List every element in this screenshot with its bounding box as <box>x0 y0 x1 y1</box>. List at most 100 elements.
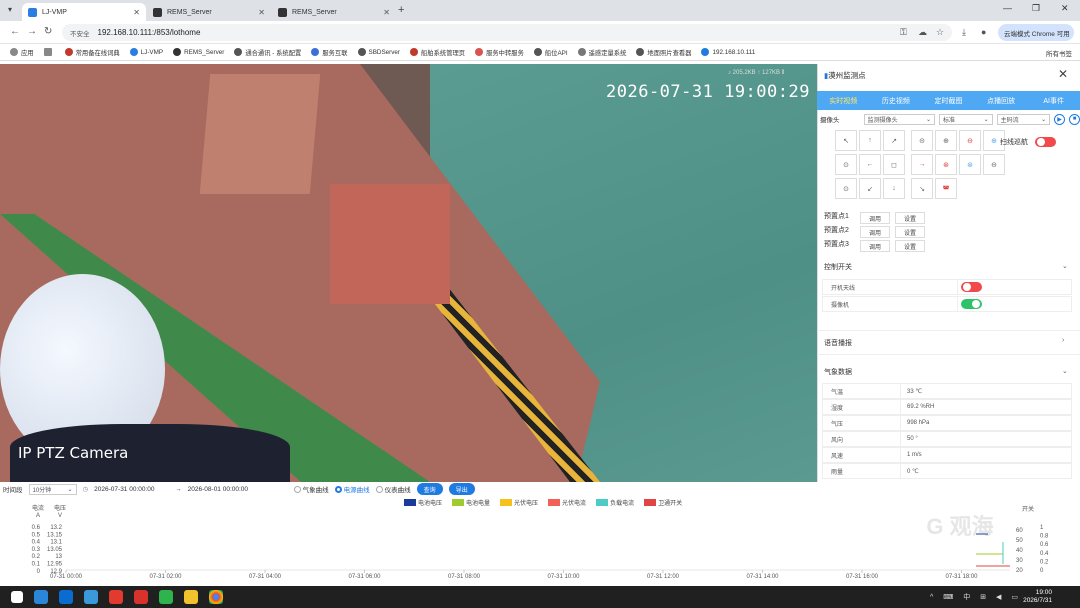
ptz-button[interactable]: ⊕ <box>935 130 957 151</box>
bookmark-item[interactable]: 船位API <box>533 48 568 57</box>
end-date-input[interactable]: 2026-08-01 00:00:00 <box>188 486 288 493</box>
ptz-button[interactable]: ⊖ <box>959 130 981 151</box>
camera-select[interactable]: 监测摄像头 ⌄ <box>863 113 936 125</box>
bookmark-item[interactable]: 常用备在线词典 <box>64 48 120 57</box>
tab-2[interactable]: 定时截图 <box>922 96 975 106</box>
preset-set-button[interactable]: 设置 <box>895 226 925 238</box>
preset-call-button[interactable]: 调用 <box>860 240 890 252</box>
patrol-toggle[interactable] <box>1035 137 1056 147</box>
folder-icon[interactable] <box>184 590 198 604</box>
live-video-feed[interactable] <box>0 64 817 482</box>
ptz-button[interactable]: ↓ <box>883 178 905 199</box>
reload-icon[interactable]: ↻ <box>44 26 52 37</box>
bookmark-item[interactable]: REMS_Server <box>173 48 224 56</box>
weather-section-title[interactable]: 气象数据 <box>824 367 852 377</box>
tab-rems-server-2[interactable]: REMS_Server ✕ <box>272 3 396 21</box>
play-icon[interactable]: ▶ <box>1054 113 1066 125</box>
switch-section-title[interactable]: 控制开关 <box>824 262 852 272</box>
forward-icon[interactable]: → <box>27 26 37 37</box>
bookmark-item[interactable]: SBDServer <box>357 48 400 56</box>
ptz-button[interactable]: ⊝ <box>911 130 933 151</box>
ptz-button[interactable]: ⊛ <box>935 154 957 175</box>
tab-4[interactable]: AI事件 <box>1027 96 1080 106</box>
ptz-button[interactable]: ⊙ <box>835 178 857 199</box>
radio-weather-curve[interactable]: 气象曲线 <box>293 484 329 494</box>
ptz-button[interactable]: ◻ <box>883 154 905 175</box>
ptz-button[interactable]: ↙ <box>859 178 881 199</box>
chevron-down-icon[interactable]: ⌄ <box>1062 367 1068 375</box>
app-icon[interactable] <box>34 590 48 604</box>
close-icon[interactable]: ✕ <box>383 8 390 17</box>
chrome-icon[interactable] <box>209 590 223 604</box>
export-button[interactable]: 导出 <box>448 483 475 495</box>
bookmark-item[interactable]: 应用 <box>10 48 34 57</box>
profile-button[interactable]: 云端模式 Chrome 可用 <box>998 24 1074 41</box>
range-select[interactable]: 10分钟 ⌄ <box>28 483 77 495</box>
calendar-icon[interactable]: ◷ <box>83 485 89 493</box>
ptz-button[interactable]: ↗ <box>883 130 905 151</box>
ptz-button[interactable]: ↖ <box>835 130 857 151</box>
maximize-icon[interactable]: ❐ <box>1032 3 1040 14</box>
close-icon[interactable]: ✕ <box>258 8 265 17</box>
ptz-button[interactable]: ◚ <box>935 178 957 199</box>
download-icon[interactable]: ⤓ <box>962 27 966 38</box>
system-tray[interactable]: ^ ⌨ 中 ⊞ ◀ ▭ <box>930 592 1022 602</box>
account-icon[interactable]: ● <box>981 27 986 37</box>
switch-toggle[interactable] <box>961 299 982 309</box>
window-close-icon[interactable]: ✕ <box>1061 3 1069 14</box>
ptz-button[interactable]: ⊙ <box>835 154 857 175</box>
ptz-button[interactable]: → <box>911 154 933 175</box>
tab-lj-vmp[interactable]: LJ-VMP ✕ <box>22 3 146 21</box>
ptz-button[interactable]: ⊖ <box>983 154 1005 175</box>
url-input[interactable]: 不安全 192.168.10.111:/853/lothome <box>62 24 952 41</box>
start-date-input[interactable]: 2026-07-31 00:00:00 <box>94 486 169 493</box>
new-tab-button[interactable]: + <box>398 4 404 16</box>
not-secure-badge[interactable]: 不安全 <box>70 28 90 38</box>
bookmark-item[interactable]: 服务中转服务 <box>475 48 524 57</box>
app-icon[interactable] <box>59 590 73 604</box>
star-icon[interactable]: ☆ <box>936 27 944 38</box>
app-icon[interactable] <box>84 590 98 604</box>
bookmark-item[interactable]: 192.168.10.111 <box>701 48 755 56</box>
close-icon[interactable]: ✕ <box>133 8 140 17</box>
chevron-down-icon[interactable]: ⌄ <box>1062 262 1068 270</box>
preset-call-button[interactable]: 调用 <box>860 212 890 224</box>
translate-icon[interactable]: ☁ <box>918 27 927 38</box>
stream-select[interactable]: 主码流 ⌄ <box>996 113 1051 125</box>
app-icon[interactable] <box>159 590 173 604</box>
bookmark-item[interactable] <box>43 48 55 56</box>
ptz-button[interactable]: ↘ <box>911 178 933 199</box>
app-icon[interactable] <box>109 590 123 604</box>
voice-section-title[interactable]: 语音播报 <box>824 338 852 348</box>
ptz-button[interactable]: ↑ <box>859 130 881 151</box>
quality-select[interactable]: 标准 ⌄ <box>939 113 993 125</box>
query-button[interactable]: 查询 <box>416 483 443 495</box>
bookmark-item[interactable]: 通合通讯 - 系统配置 <box>234 48 301 57</box>
chevron-right-icon[interactable]: › <box>1062 337 1064 344</box>
radio-power-curve[interactable]: 电源曲线 <box>334 484 370 494</box>
bookmark-item[interactable]: 遥感定量系统 <box>577 48 626 57</box>
back-icon[interactable]: ← <box>10 26 20 37</box>
ptz-button[interactable]: ← <box>859 154 881 175</box>
preset-set-button[interactable]: 设置 <box>895 212 925 224</box>
ptz-button[interactable]: ⊛ <box>959 154 981 175</box>
tab-search-icon[interactable]: ▾ <box>8 5 12 14</box>
app-icon[interactable] <box>134 590 148 604</box>
preset-call-button[interactable]: 调用 <box>860 226 890 238</box>
switch-toggle[interactable] <box>961 282 982 292</box>
stop-icon[interactable]: ■ <box>1069 113 1080 125</box>
bookmark-item[interactable]: LJ-VMP <box>129 48 163 56</box>
tab-1[interactable]: 历史视频 <box>870 96 923 106</box>
key-icon[interactable]: ⚿ <box>900 27 907 38</box>
taskbar-clock[interactable]: 19:00 2026/7/31 <box>1023 589 1052 605</box>
bookmark-item[interactable]: 船舶系统管理页 <box>410 48 465 57</box>
tab-rems-server-1[interactable]: REMS_Server ✕ <box>147 3 271 21</box>
bookmark-item[interactable]: 服务互联 <box>311 48 348 57</box>
all-bookmarks-button[interactable]: 所有书签 <box>1046 48 1072 58</box>
bookmark-item[interactable]: 地面照片查看器 <box>636 48 691 57</box>
minimize-icon[interactable]: — <box>1003 3 1012 13</box>
tab-0[interactable]: 实时视频 <box>817 96 870 106</box>
tab-3[interactable]: 点播回放 <box>975 96 1028 106</box>
panel-close-icon[interactable]: ✕ <box>1058 67 1068 81</box>
start-icon[interactable] <box>11 591 23 603</box>
